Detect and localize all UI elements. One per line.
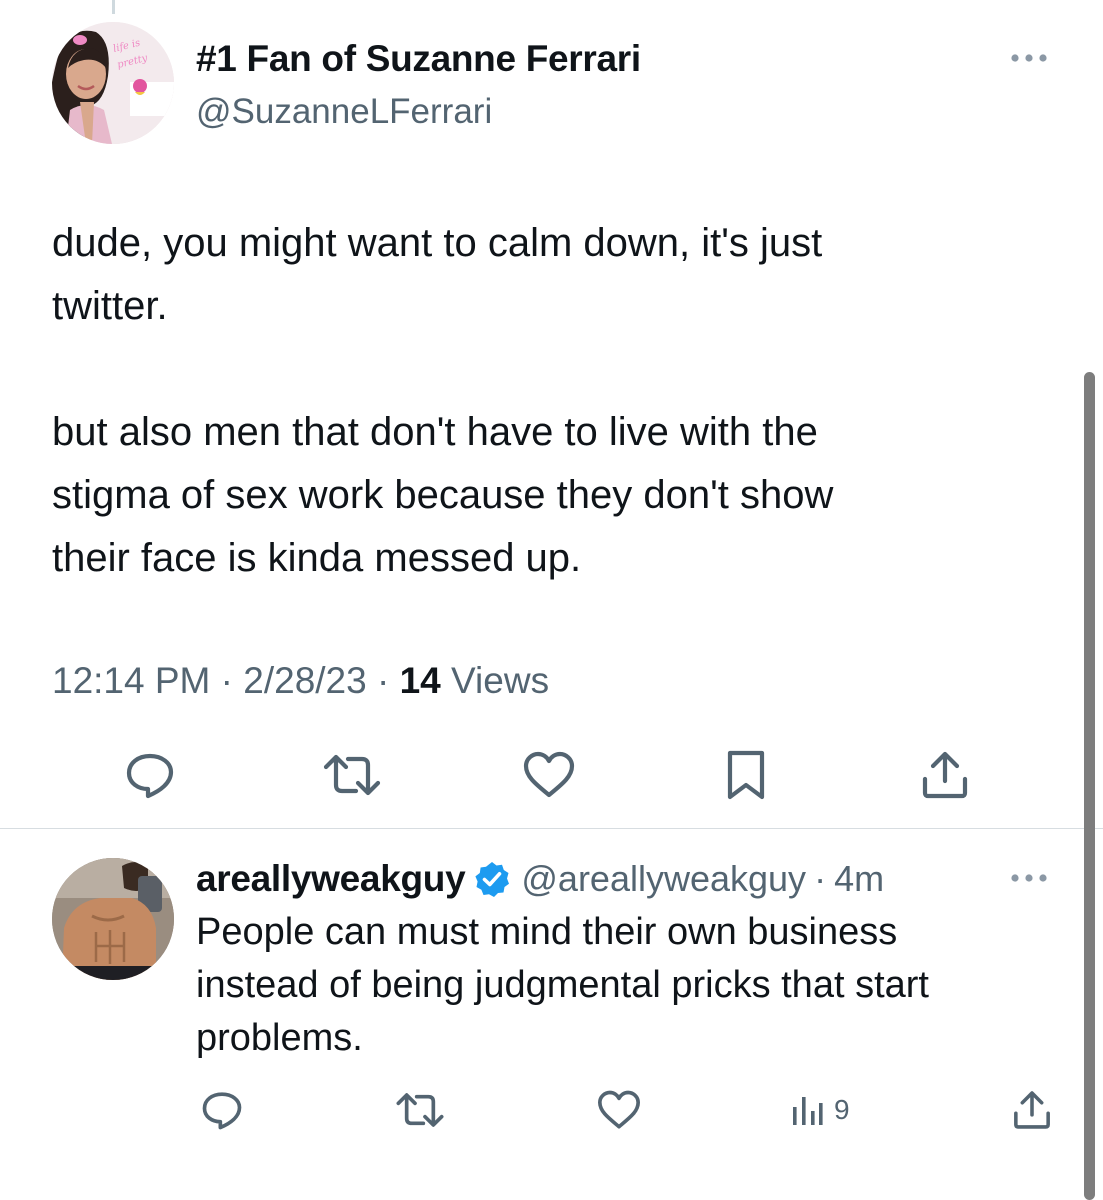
reply-button[interactable] xyxy=(115,740,185,810)
tweet-text-line: twitter. xyxy=(52,284,168,328)
tweet-metadata: 12:14 PM · 2/28/23 · 14 Views xyxy=(52,660,549,702)
display-name[interactable]: #1 Fan of Suzanne Ferrari xyxy=(196,38,641,80)
tweet-divider xyxy=(0,828,1103,829)
header-separator: · xyxy=(814,858,827,899)
tweet-action-bar xyxy=(0,740,1103,810)
reply-button[interactable] xyxy=(194,1080,250,1140)
retweet-icon xyxy=(396,1093,444,1127)
retweet-icon xyxy=(323,754,381,796)
reply-action-bar: 9 xyxy=(0,1080,1103,1140)
share-icon xyxy=(922,751,968,799)
reply-text-line: People can must mind their own business xyxy=(196,911,898,953)
retweet-button[interactable] xyxy=(317,740,387,810)
like-button[interactable] xyxy=(514,740,584,810)
reply-icon xyxy=(126,753,174,799)
reply-header: areallyweakguy @areallyweakguy · 4m xyxy=(196,856,884,902)
like-icon xyxy=(523,751,575,798)
avatar[interactable] xyxy=(52,858,174,980)
retweet-button[interactable] xyxy=(392,1080,448,1140)
share-button[interactable] xyxy=(1004,1080,1060,1140)
verified-badge-icon xyxy=(475,862,510,897)
views-count[interactable]: 14 xyxy=(400,660,441,701)
meta-separator: · xyxy=(377,660,390,701)
tweet-text-line: stigma of sex work because they don't sh… xyxy=(52,473,834,517)
views-icon xyxy=(793,1097,823,1125)
scrollbar-thumb[interactable] xyxy=(1084,372,1095,1200)
more-options-button[interactable] xyxy=(1006,42,1052,74)
verified-badge xyxy=(473,860,511,898)
tweet-text: dude, you might want to calm down, it's … xyxy=(52,212,1042,590)
more-icon xyxy=(1011,54,1047,62)
like-button[interactable] xyxy=(591,1080,647,1140)
avatar-image: life is pretty xyxy=(52,22,174,144)
tweet-text-line: but also men that don't have to live wit… xyxy=(52,410,818,454)
reply-text-line: problems. xyxy=(196,1017,363,1059)
like-icon xyxy=(598,1090,640,1129)
reply-text-line: instead of being judgmental pricks that … xyxy=(196,964,929,1006)
views-label[interactable]: Views xyxy=(451,660,549,701)
display-name[interactable]: areallyweakguy xyxy=(196,858,466,900)
share-icon xyxy=(1014,1091,1050,1129)
tweet-time[interactable]: 12:14 PM xyxy=(52,660,210,701)
meta-separator: · xyxy=(220,660,233,701)
user-handle[interactable]: @SuzanneLFerrari xyxy=(196,92,492,132)
tweet-text-line: their face is kinda messed up. xyxy=(52,536,582,580)
bookmark-button[interactable] xyxy=(711,740,781,810)
reply-time[interactable]: 4m xyxy=(834,858,884,900)
bookmark-icon xyxy=(727,750,765,800)
reply-icon xyxy=(202,1092,242,1130)
more-options-button[interactable] xyxy=(1006,862,1052,894)
user-handle[interactable]: @areallyweakguy xyxy=(521,858,806,900)
avatar[interactable]: life is pretty xyxy=(52,22,174,144)
views-button[interactable]: 9 xyxy=(790,1080,880,1140)
tweet-date[interactable]: 2/28/23 xyxy=(243,660,366,701)
share-button[interactable] xyxy=(910,740,980,810)
more-icon xyxy=(1011,874,1047,882)
avatar-image xyxy=(52,858,174,980)
main-tweet: life is pretty #1 Fan of Suzanne Ferrari… xyxy=(0,0,1103,828)
tweet-text-line: dude, you might want to calm down, it's … xyxy=(52,221,823,265)
reply-text: People can must mind their own business … xyxy=(196,906,1036,1065)
view-count: 9 xyxy=(834,1094,850,1125)
